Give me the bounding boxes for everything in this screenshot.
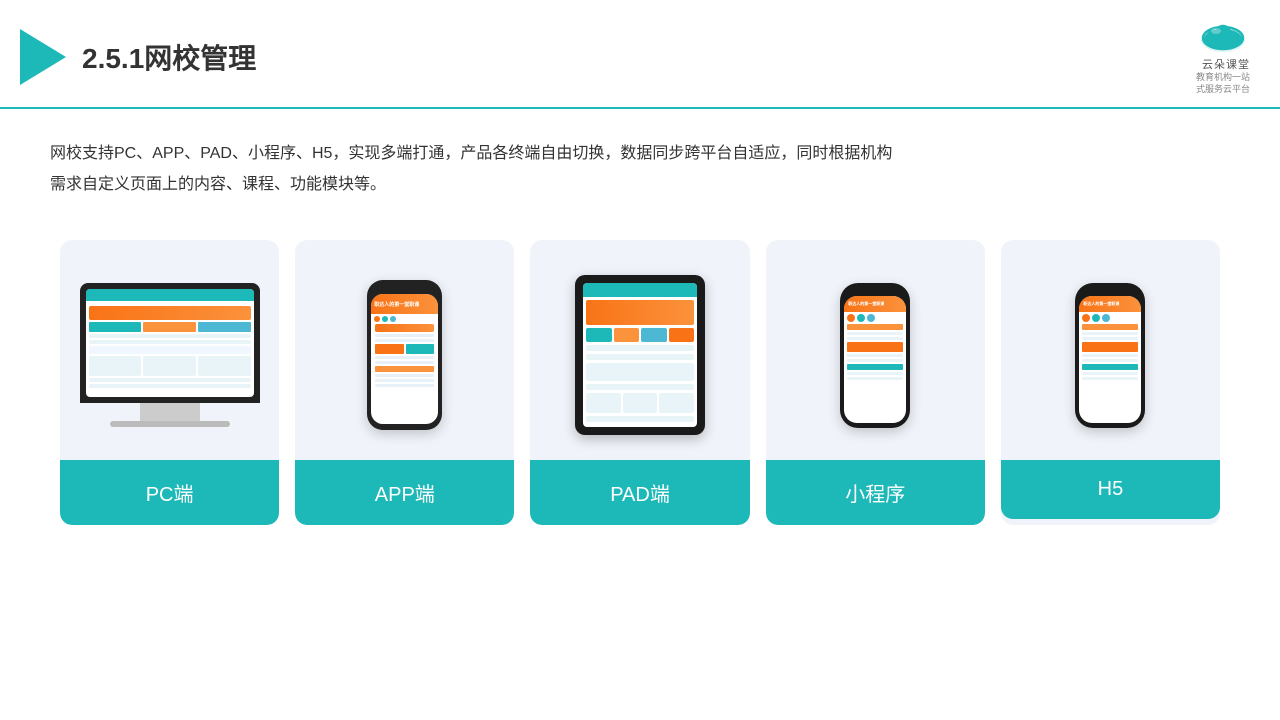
brand-logo: 云朵课堂 教育机构一站式服务云平台 bbox=[1196, 18, 1250, 95]
device-card-h5: 职达人的第一堂职课 bbox=[1001, 240, 1220, 525]
pad-preview bbox=[530, 240, 749, 460]
page-title: 2.5.1网校管理 bbox=[82, 37, 256, 77]
device-card-pc: PC端 bbox=[60, 240, 279, 525]
h5-mockup: 职达人的第一堂职课 bbox=[1075, 283, 1145, 428]
miniapp-preview: 职达人的第一堂职课 bbox=[766, 240, 985, 460]
brand-name: 云朵课堂 bbox=[1202, 56, 1250, 72]
cloud-icon bbox=[1196, 18, 1250, 56]
pad-label: PAD端 bbox=[530, 460, 749, 525]
miniapp-label: 小程序 bbox=[766, 460, 985, 525]
header-left: 2.5.1网校管理 bbox=[20, 29, 256, 85]
miniapp-mockup: 职达人的第一堂职课 bbox=[840, 283, 910, 428]
h5-preview: 职达人的第一堂职课 bbox=[1001, 240, 1220, 460]
tablet-mockup bbox=[575, 275, 705, 435]
page-header: 2.5.1网校管理 云朵课堂 教育机构一站式服务云平台 bbox=[0, 0, 1280, 109]
pc-preview bbox=[60, 240, 279, 460]
app-label: APP端 bbox=[295, 460, 514, 525]
phone-mockup: 职达人的第一堂职课 bbox=[367, 280, 442, 430]
main-content: 网校支持PC、APP、PAD、小程序、H5，实现多端打通，产品各终端自由切换，数… bbox=[0, 109, 1280, 545]
device-card-app: 职达人的第一堂职课 bbox=[295, 240, 514, 525]
device-card-pad: PAD端 bbox=[530, 240, 749, 525]
h5-label: H5 bbox=[1001, 460, 1220, 519]
brand-triangle-icon bbox=[20, 29, 66, 85]
description-text: 网校支持PC、APP、PAD、小程序、H5，实现多端打通，产品各终端自由切换，数… bbox=[50, 139, 1230, 200]
brand-tagline: 教育机构一站式服务云平台 bbox=[1196, 72, 1250, 95]
app-preview: 职达人的第一堂职课 bbox=[295, 240, 514, 460]
device-cards-container: PC端 职达人的第一堂职课 bbox=[50, 240, 1230, 525]
pc-mockup bbox=[80, 283, 260, 427]
pc-label: PC端 bbox=[60, 460, 279, 525]
header-right: 云朵课堂 教育机构一站式服务云平台 bbox=[1196, 18, 1250, 95]
device-card-miniapp: 职达人的第一堂职课 bbox=[766, 240, 985, 525]
